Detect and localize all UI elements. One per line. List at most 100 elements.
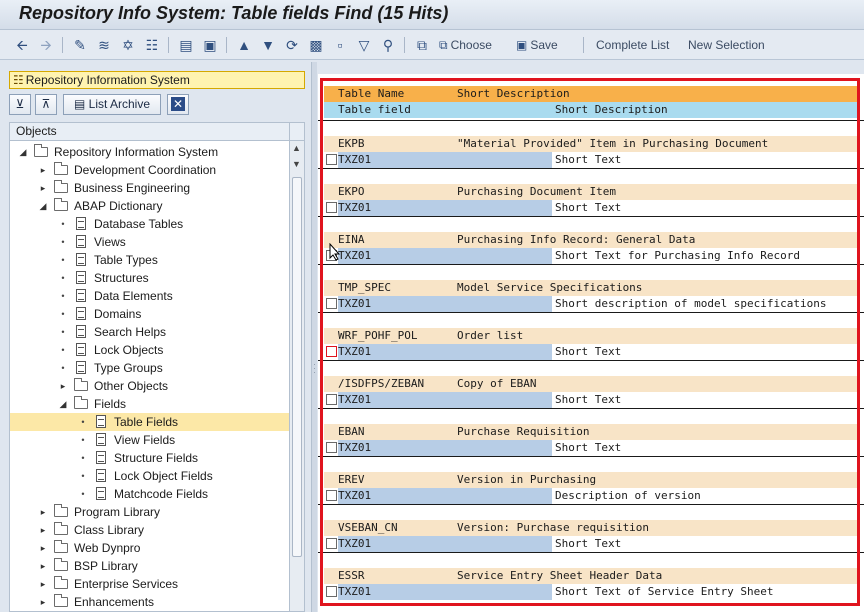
document-icon [76,253,86,266]
field-row[interactable]: TXZ01 Short Text [324,440,860,456]
print-icon[interactable]: ▤ [177,36,195,54]
copy-icon[interactable]: ⧉ [413,36,431,54]
hierarchy-icon[interactable]: ☷ [143,36,161,54]
field-row[interactable]: TXZ01 Short Text [324,152,860,168]
table-row[interactable]: ESSR Service Entry Sheet Header Data [324,568,860,584]
field-description: Short Text [555,153,622,166]
system-selector[interactable]: ☷ Repository Information System [9,71,305,89]
back-arrow-icon[interactable]: 🡨 [13,36,31,54]
row-checkbox[interactable] [326,154,337,165]
pencil-icon[interactable]: ✎ [71,36,89,54]
refresh-icon[interactable]: ⟳ [283,36,301,54]
scroll-down-icon[interactable]: ▼ [292,159,301,169]
expand-arrow-icon[interactable]: ▸ [38,593,48,611]
table-row[interactable]: EKPB "Material Provided" Item in Purchasi… [324,136,860,152]
scroll-up-icon[interactable]: ▲ [292,143,301,153]
expand-arrow-icon[interactable]: ▸ [38,503,48,521]
sort-descending-icon[interactable]: ▼ [259,36,277,54]
tree-item[interactable]: ▸ Class Library [10,521,289,539]
tree-scrollbar[interactable]: ▲ ▼ [290,140,305,612]
field-row[interactable]: TXZ01 Short Text [324,344,860,360]
row-checkbox[interactable] [326,298,337,309]
tree-item[interactable]: • Lock Objects [10,341,289,359]
tree-item[interactable]: • View Fields [10,431,289,449]
collapse-arrow-icon[interactable]: ◢ [58,395,68,413]
panel-splitter[interactable]: · · · [311,62,317,612]
field-row[interactable]: TXZ01 Description of version [324,488,860,504]
row-checkbox[interactable] [326,538,337,549]
tree-item[interactable]: ◢ ABAP Dictionary [10,197,289,215]
tree-item[interactable]: ▸ BSP Library [10,557,289,575]
table-row[interactable]: VSEBAN_CN Version: Purchase requisition [324,520,860,536]
table-row[interactable]: EREV Version in Purchasing [324,472,860,488]
table-row[interactable]: EBAN Purchase Requisition [324,424,860,440]
tree-item[interactable]: ▸ Web Dynpro [10,539,289,557]
close-panel-button[interactable]: ✕ [167,94,189,115]
tree-item[interactable]: ▸ Enterprise Services [10,575,289,593]
select-all-icon[interactable]: ▩ [307,36,325,54]
expand-arrow-icon[interactable]: ▸ [38,179,48,197]
field-row[interactable]: TXZ01 Short Text [324,536,860,552]
choose-button[interactable]: ⧉ Choose [439,36,492,54]
tree-item[interactable]: • Type Groups [10,359,289,377]
deselect-all-icon[interactable]: ▫ [331,36,349,54]
expand-arrow-icon[interactable]: ▸ [38,521,48,539]
list-archive-button[interactable]: ▤ List Archive [63,94,161,115]
scroll-thumb[interactable] [292,177,302,557]
expand-arrow-icon[interactable]: ▸ [38,539,48,557]
collapse-all-button[interactable]: ⊼ [35,94,57,115]
field-row[interactable]: TXZ01 Short description of model specific… [324,296,860,312]
tree-item[interactable]: ▸ Other Objects [10,377,289,395]
table-row[interactable]: TMP_SPEC Model Service Specifications [324,280,860,296]
tree-item[interactable]: • Lock Object Fields [10,467,289,485]
table-row[interactable]: EKPO Purchasing Document Item [324,184,860,200]
expand-arrow-icon[interactable]: ▸ [38,557,48,575]
forward-arrow-icon[interactable]: 🡪 [37,36,55,54]
row-checkbox[interactable] [326,394,337,405]
complete-list-button[interactable]: Complete List [596,36,669,54]
tree-item[interactable]: • Structures [10,269,289,287]
tree-item[interactable]: • Matchcode Fields [10,485,289,503]
sort-ascending-icon[interactable]: ▲ [235,36,253,54]
field-row[interactable]: TXZ01 Short Text for Purchasing Info Reco… [324,248,860,264]
table-row[interactable]: /ISDFPS/ZEBAN Copy of EBAN [324,376,860,392]
tree-item[interactable]: • Domains [10,305,289,323]
collapse-arrow-icon[interactable]: ◢ [18,143,28,161]
filter-icon[interactable]: ▽ [355,36,373,54]
tree-item[interactable]: ▸ Development Coordination [10,161,289,179]
tree-item[interactable]: • Views [10,233,289,251]
new-selection-button[interactable]: New Selection [688,36,765,54]
expand-all-button[interactable]: ⊻ [9,94,31,115]
row-checkbox[interactable] [326,442,337,453]
tree-item[interactable]: ▸ Program Library [10,503,289,521]
table-name: EBAN [338,425,365,438]
table-row[interactable]: EINA Purchasing Info Record: General Data [324,232,860,248]
row-checkbox[interactable] [326,586,337,597]
display-change-icon[interactable]: ≋ [95,36,113,54]
tree-item[interactable]: • Table Types [10,251,289,269]
find-icon[interactable]: ⚲ [379,36,397,54]
tree-item[interactable]: ◢ Fields [10,395,289,413]
where-used-icon[interactable]: ✡ [119,36,137,54]
tree-item[interactable]: • Database Tables [10,215,289,233]
tree-item[interactable]: • Structure Fields [10,449,289,467]
tree-item[interactable]: • Search Helps [10,323,289,341]
row-checkbox[interactable] [326,346,337,357]
expand-arrow-icon[interactable]: ▸ [38,575,48,593]
field-row[interactable]: TXZ01 Short Text [324,392,860,408]
tree-item[interactable]: • Table Fields [10,413,289,431]
field-row[interactable]: TXZ01 Short Text of Service Entry Sheet [324,584,860,600]
row-checkbox[interactable] [326,490,337,501]
tree-item[interactable]: ▸ Enhancements [10,593,289,611]
collapse-arrow-icon[interactable]: ◢ [38,197,48,215]
tree-item[interactable]: ◢ Repository Information System [10,143,289,161]
row-checkbox[interactable] [326,202,337,213]
layout-icon[interactable]: ▣ [201,36,219,54]
expand-arrow-icon[interactable]: ▸ [38,161,48,179]
save-button[interactable]: ▣ Save [516,36,558,54]
tree-item[interactable]: • Data Elements [10,287,289,305]
tree-item[interactable]: ▸ Business Engineering [10,179,289,197]
field-row[interactable]: TXZ01 Short Text [324,200,860,216]
expand-arrow-icon[interactable]: ▸ [58,377,68,395]
table-row[interactable]: WRF_POHF_POL Order list [324,328,860,344]
